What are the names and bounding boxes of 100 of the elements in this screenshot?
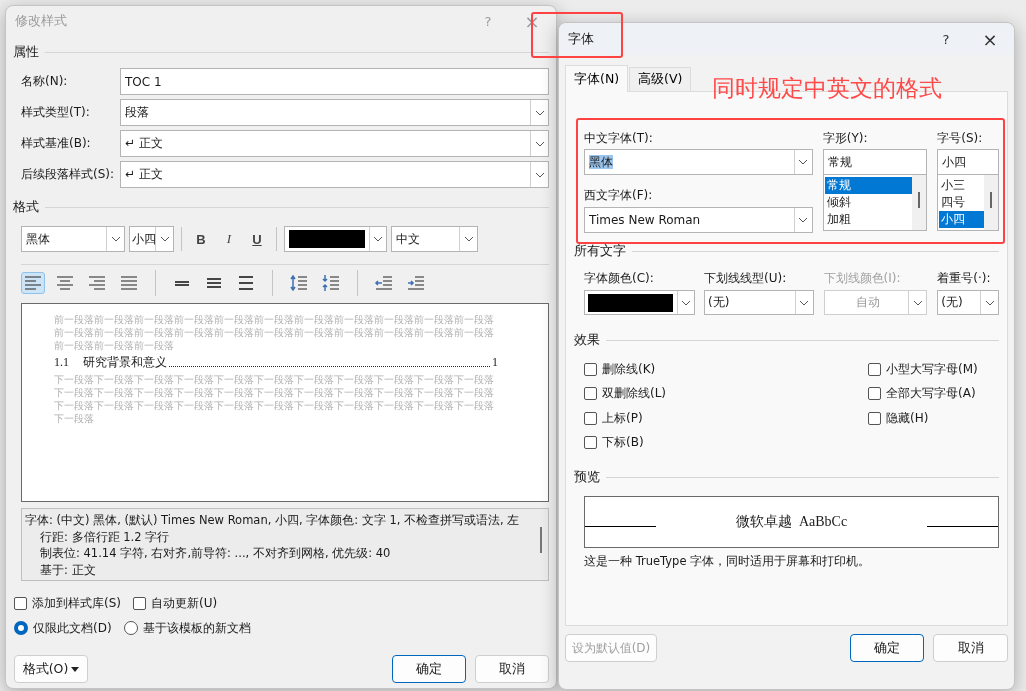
field-label: 样式类型(T):	[21, 104, 91, 121]
checkbox-label: 自动更新(U)	[151, 594, 218, 612]
align-right-icon	[87, 274, 107, 292]
input-field[interactable]: 常规	[822, 149, 928, 175]
description-line: 制表位: 41.14 字符, 右对齐,前导符: ..., 不对齐到网格, 优先级: 40	[39, 545, 392, 562]
spacing-double-icon	[236, 274, 256, 292]
chevron-down-icon	[534, 171, 545, 178]
font-dropdown[interactable]: 黑体	[584, 149, 813, 175]
chevron-down-icon	[799, 299, 810, 306]
dropdown[interactable]: ↵ 正文	[120, 161, 549, 188]
checkbox[interactable]	[14, 596, 27, 610]
description-line: 基于: 正文	[39, 561, 97, 578]
list-item[interactable]: 小三	[939, 177, 984, 194]
list-item[interactable]: 常规	[824, 177, 913, 194]
tab[interactable]: 字体(N)	[565, 65, 629, 92]
field-label: 字体颜色(C):	[584, 271, 655, 285]
section-heading: 所有文字	[574, 242, 626, 260]
page-number: 1	[492, 354, 498, 371]
toc-title: 研究背景和意义	[83, 354, 167, 371]
ok-button[interactable]: 确定	[850, 634, 924, 662]
field-label: 西文字体(F):	[584, 188, 654, 202]
para-space-remove-icon	[321, 274, 341, 292]
field-label: 下划线颜色(I):	[823, 271, 902, 285]
section-heading: 格式	[13, 198, 39, 216]
cancel-button[interactable]: 取消	[933, 634, 1008, 662]
checkbox[interactable]	[584, 411, 597, 425]
chevron-down-icon	[912, 299, 923, 306]
list-item[interactable]: 倾斜	[824, 194, 913, 211]
para-space-add-icon	[289, 274, 309, 292]
description-line: 行距: 多倍行距 1.2 字行	[39, 528, 171, 545]
dropdown[interactable]: (无)	[704, 290, 814, 315]
checkbox-label: 小型大写字母(M)	[886, 360, 978, 378]
scrollbar[interactable]	[984, 175, 998, 230]
window-title: 字体	[568, 30, 594, 48]
chevron-down-icon	[372, 236, 383, 242]
color-dropdown[interactable]	[584, 290, 695, 315]
window-title: 修改样式	[15, 12, 67, 30]
chevron-down-icon	[680, 299, 691, 306]
format-toggle-button[interactable]: I	[217, 227, 241, 251]
tab[interactable]: 高级(V)	[629, 67, 692, 91]
annotation-text: 同时规定中英文的格式	[712, 74, 942, 103]
size-dropdown[interactable]: 小四	[129, 226, 174, 252]
field-label: 样式基准(B):	[21, 135, 92, 152]
checkbox[interactable]	[584, 362, 597, 376]
field-label: 中文字体(T):	[584, 131, 654, 145]
font-note: 这是一种 TrueType 字体，同时适用于屏幕和打印机。	[584, 553, 872, 569]
justify-icon	[119, 274, 139, 292]
format-menu-button[interactable]: 格式(O)	[14, 655, 88, 683]
input-field[interactable]: 小四	[937, 149, 999, 175]
radio-label: 仅限此文档(D)	[33, 619, 112, 637]
radio-label: 基于该模板的新文档	[142, 619, 251, 637]
font-dropdown[interactable]: 黑体	[21, 226, 125, 252]
list-item[interactable]: 加粗	[824, 211, 913, 228]
section-heading: 属性	[13, 43, 39, 61]
chevron-down-icon	[984, 299, 995, 306]
color-dropdown[interactable]	[284, 226, 387, 252]
dropdown[interactable]: 段落	[120, 99, 549, 126]
help-button[interactable]: ?	[924, 25, 968, 53]
chevron-down-icon	[798, 217, 809, 223]
chevron-down-icon	[159, 236, 170, 242]
field-label: 名称(N):	[21, 73, 69, 90]
ok-button[interactable]: 确定	[392, 655, 466, 683]
checkbox[interactable]	[868, 387, 881, 401]
field-label: 着重号(·):	[937, 271, 992, 285]
list-item[interactable]: 小四	[939, 211, 984, 228]
section-heading: 预览	[574, 469, 600, 487]
dropdown[interactable]: (无)	[937, 290, 999, 315]
dropdown[interactable]: ↵ 正文	[120, 130, 549, 157]
align-center-icon	[55, 274, 75, 292]
chevron-down-icon	[534, 140, 545, 147]
align-left-icon	[23, 274, 43, 292]
cancel-button[interactable]: 取消	[475, 655, 549, 683]
format-toggle-button[interactable]: B	[189, 227, 213, 251]
field-label: 字号(S):	[937, 131, 984, 145]
field-label: 字形(Y):	[822, 131, 869, 145]
checkbox[interactable]	[584, 387, 597, 401]
radio-button[interactable]	[123, 621, 138, 635]
checkbox-label: 双删除线(L)	[602, 385, 667, 403]
checkbox[interactable]	[868, 362, 881, 376]
radio-button[interactable]	[14, 621, 28, 635]
close-button[interactable]: ×	[968, 25, 1012, 53]
checkbox[interactable]	[133, 596, 146, 610]
checkbox-label: 全部大写字母(A)	[886, 385, 976, 403]
name-field[interactable]: TOC 1	[120, 68, 549, 95]
chevron-down-icon	[463, 236, 474, 242]
script-dropdown[interactable]: 中文	[391, 226, 478, 252]
checkbox-label: 删除线(K)	[602, 360, 656, 378]
font-dropdown[interactable]: Times New Roman	[584, 207, 813, 233]
scrollbar[interactable]	[912, 175, 927, 230]
checkbox[interactable]	[584, 436, 597, 450]
section-heading: 效果	[574, 331, 600, 349]
toc-number: 1.1	[54, 354, 69, 371]
sample-text: 微软卓越 AaBbCc	[735, 512, 848, 531]
checkbox[interactable]	[868, 411, 881, 425]
field-label: 后续段落样式(S):	[21, 166, 116, 183]
list-item[interactable]: 四号	[939, 194, 984, 211]
format-toggle-button[interactable]: U	[245, 227, 269, 251]
checkbox-label: 添加到样式库(S)	[32, 594, 121, 612]
checkbox-label: 下标(B)	[602, 434, 644, 452]
indent-decrease-icon	[374, 274, 394, 292]
